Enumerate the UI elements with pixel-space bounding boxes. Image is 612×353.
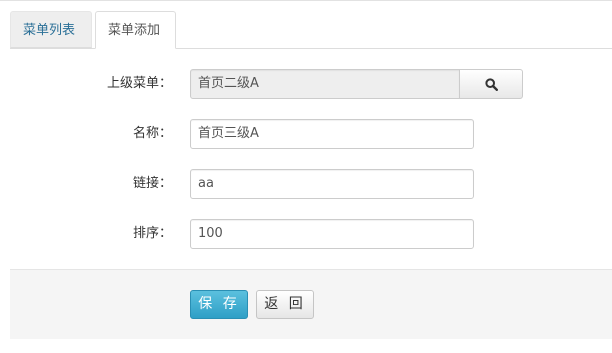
parent-menu-label: 上级菜单： — [106, 76, 172, 91]
tab-bar: 菜单列表 菜单添加 — [10, 11, 612, 49]
tab-menu-list[interactable]: 菜单列表 — [10, 11, 92, 48]
page: 菜单列表 菜单添加 上级菜单： 首页二级A 名称： 首页三级A 链接： aa 排… — [0, 0, 612, 353]
form-actions: 保 存 返 回 — [10, 269, 612, 339]
parent-menu-search-button[interactable] — [459, 69, 523, 99]
parent-menu-field[interactable]: 首页二级A — [190, 69, 460, 99]
link-label: 链接： — [132, 176, 172, 191]
order-label: 排序： — [132, 226, 172, 241]
order-field[interactable]: 100 — [190, 219, 474, 249]
link-row: 链接： aa — [0, 169, 612, 199]
name-field[interactable]: 首页三级A — [190, 119, 474, 149]
name-label: 名称： — [132, 126, 172, 141]
parent-menu-row: 上级菜单： 首页二级A — [0, 69, 612, 99]
tab-menu-add[interactable]: 菜单添加 — [95, 11, 176, 49]
save-button[interactable]: 保 存 — [190, 290, 248, 319]
top-divider — [0, 0, 612, 1]
link-field[interactable]: aa — [190, 169, 474, 199]
name-row: 名称： 首页三级A — [0, 119, 612, 149]
back-button[interactable]: 返 回 — [256, 290, 314, 319]
order-row: 排序： 100 — [0, 219, 612, 249]
search-icon — [484, 77, 498, 91]
